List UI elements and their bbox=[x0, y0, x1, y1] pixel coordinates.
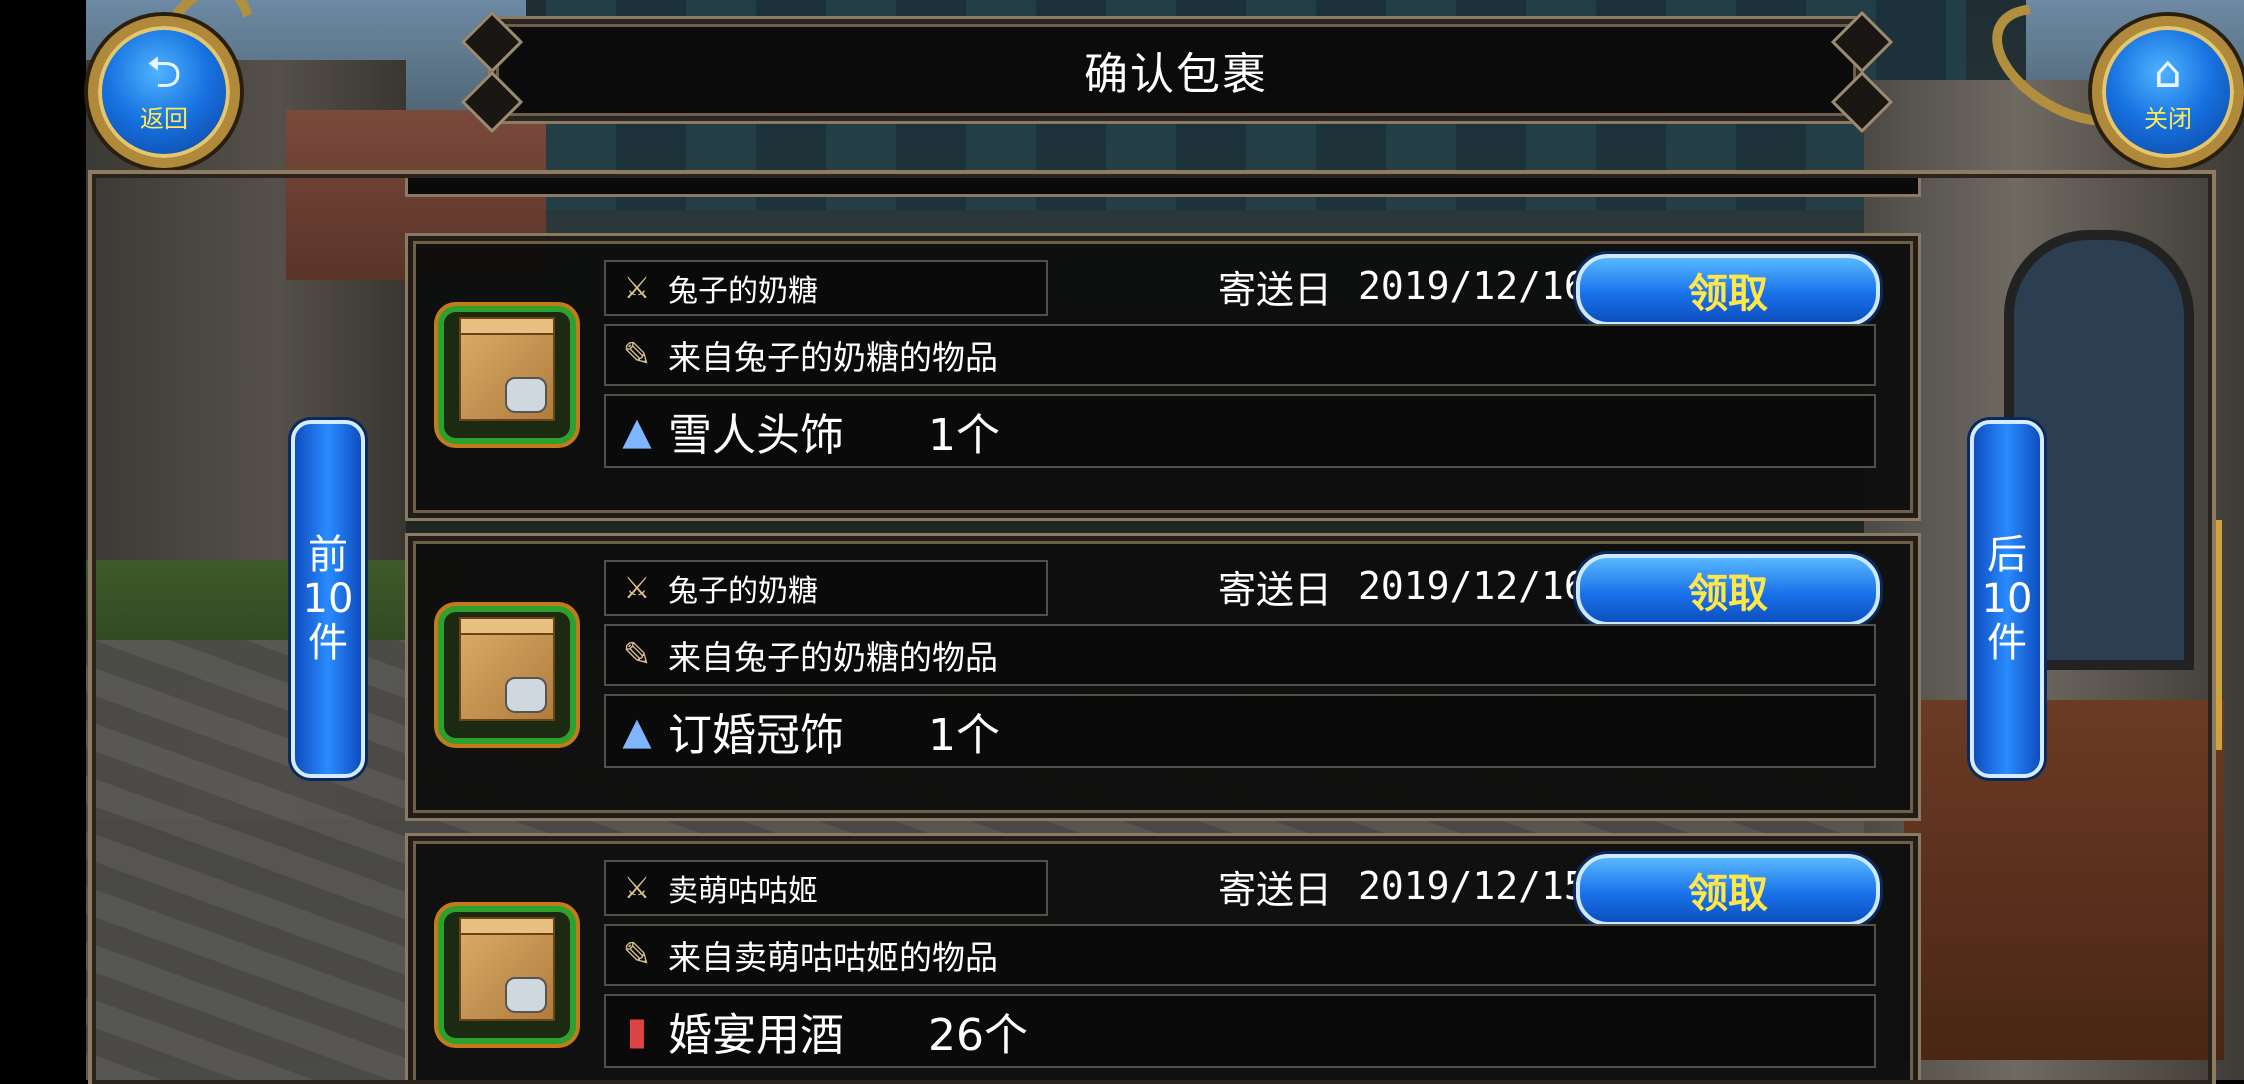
prev-label-line: 10 bbox=[302, 576, 354, 622]
sent-date-label: 寄送日 bbox=[1218, 567, 1333, 612]
wine-bottle-icon: ▮ bbox=[626, 1009, 648, 1053]
item-quantity: 1个 bbox=[928, 710, 1000, 761]
claim-label: 领取 bbox=[1688, 271, 1768, 317]
title-banner: 确认包裹 bbox=[488, 16, 1864, 124]
item-row: ▲ 订婚冠饰 1个 bbox=[604, 694, 1876, 768]
back-button[interactable]: ⮌ 返回 bbox=[88, 16, 240, 168]
parcel-card: ⚔ 兔子的奶糖 寄送日 2019/12/16 领取 ✎ 来自兔子的奶糖的物品 ▲… bbox=[405, 533, 1921, 821]
sword-shield-icon: ⚔ bbox=[623, 570, 651, 606]
next-label-line: 10 bbox=[1981, 576, 2033, 622]
item-row: ▮ 婚宴用酒 26个 bbox=[604, 994, 1876, 1068]
description-field: ✎ 来自卖萌咕咕姬的物品 bbox=[604, 924, 1876, 986]
sender-field: ⚔ 兔子的奶糖 bbox=[604, 560, 1048, 616]
sent-date-label: 寄送日 bbox=[1218, 867, 1333, 912]
back-arrow-icon: ⮌ bbox=[146, 46, 182, 98]
description: 来自兔子的奶糖的物品 bbox=[668, 638, 998, 677]
claim-button[interactable]: 领取 bbox=[1576, 254, 1880, 326]
item-quantity: 1个 bbox=[928, 410, 1000, 461]
description: 来自卖萌咕咕姬的物品 bbox=[668, 938, 998, 977]
scroll-quill-icon: ✎ bbox=[622, 335, 652, 375]
previous-card-edge bbox=[405, 178, 1921, 197]
sender-name: 兔子的奶糖 bbox=[668, 574, 818, 609]
back-label: 返回 bbox=[140, 104, 188, 133]
scroll-quill-icon: ✎ bbox=[622, 935, 652, 975]
parcel-box-icon bbox=[438, 906, 576, 1044]
sent-date: 2019/12/16 bbox=[1358, 264, 1587, 308]
sword-shield-icon: ⚔ bbox=[623, 870, 651, 906]
next-label-line: 件 bbox=[1987, 620, 2027, 666]
sender-field: ⚔ 兔子的奶糖 bbox=[604, 260, 1048, 316]
prev-label-line: 前 bbox=[308, 532, 348, 578]
sent-date-label: 寄送日 bbox=[1218, 267, 1333, 312]
description: 来自兔子的奶糖的物品 bbox=[668, 338, 998, 377]
parcel-card: ⚔ 卖萌咕咕姬 寄送日 2019/12/15 领取 ✎ 来自卖萌咕咕姬的物品 ▮… bbox=[405, 833, 1921, 1080]
claim-label: 领取 bbox=[1688, 571, 1768, 617]
close-label: 关闭 bbox=[2144, 104, 2192, 133]
next-label-line: 后 bbox=[1987, 532, 2027, 578]
prev-label-line: 件 bbox=[308, 620, 348, 666]
sender-name: 兔子的奶糖 bbox=[668, 274, 818, 309]
item-quantity: 26个 bbox=[928, 1010, 1028, 1061]
claim-button[interactable]: 领取 bbox=[1576, 854, 1880, 926]
sender-field: ⚔ 卖萌咕咕姬 bbox=[604, 860, 1048, 916]
sword-shield-icon: ⚔ bbox=[623, 270, 651, 306]
home-icon: ⌂ bbox=[2154, 46, 2182, 98]
sent-date: 2019/12/15 bbox=[1358, 864, 1587, 908]
scrollbar[interactable] bbox=[2216, 520, 2222, 750]
parcel-box-icon bbox=[438, 306, 576, 444]
page-title: 确认包裹 bbox=[1084, 49, 1268, 100]
hat-icon: ▲ bbox=[622, 409, 652, 453]
claim-label: 领取 bbox=[1688, 871, 1768, 917]
description-field: ✎ 来自兔子的奶糖的物品 bbox=[604, 324, 1876, 386]
next-10-button[interactable]: 后 10 件 bbox=[1970, 420, 2044, 778]
hat-icon: ▲ bbox=[622, 709, 652, 753]
parcel-box-icon bbox=[438, 606, 576, 744]
description-field: ✎ 来自兔子的奶糖的物品 bbox=[604, 624, 1876, 686]
item-name: 订婚冠饰 bbox=[668, 710, 844, 761]
item-name: 雪人头饰 bbox=[668, 410, 844, 461]
parcel-card: ⚔ 兔子的奶糖 寄送日 2019/12/16 领取 ✎ 来自兔子的奶糖的物品 ▲… bbox=[405, 233, 1921, 521]
claim-button[interactable]: 领取 bbox=[1576, 554, 1880, 626]
close-button[interactable]: ⌂ 关闭 bbox=[2092, 16, 2244, 168]
item-row: ▲ 雪人头饰 1个 bbox=[604, 394, 1876, 468]
prev-10-button[interactable]: 前 10 件 bbox=[291, 420, 365, 778]
scroll-quill-icon: ✎ bbox=[622, 635, 652, 675]
item-name: 婚宴用酒 bbox=[668, 1010, 844, 1061]
sent-date: 2019/12/16 bbox=[1358, 564, 1587, 608]
sender-name: 卖萌咕咕姬 bbox=[668, 874, 818, 909]
